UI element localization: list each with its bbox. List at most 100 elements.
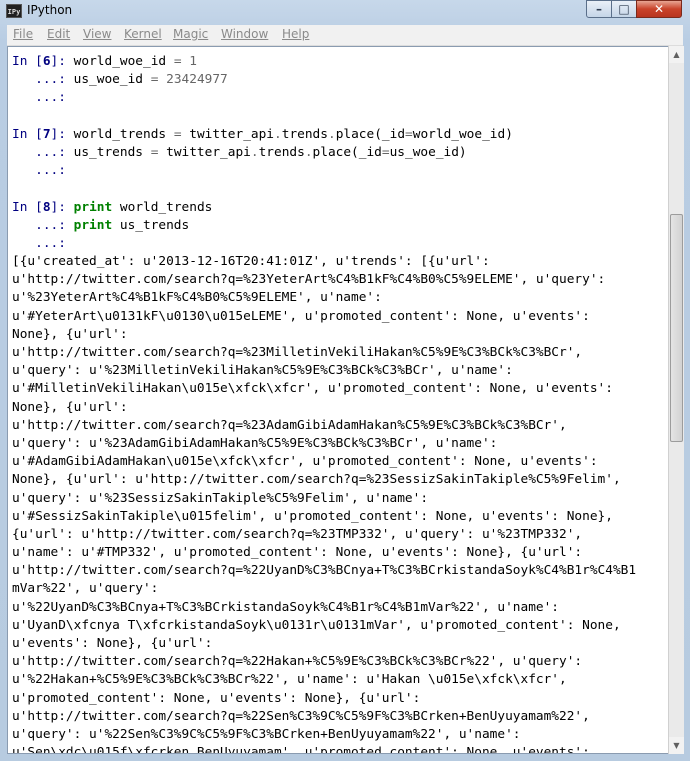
code-token: twitter_api bbox=[158, 144, 251, 160]
code-token: = bbox=[381, 144, 390, 160]
output-line: {u'url': u'http://twitter.com/search?q=%… bbox=[12, 526, 583, 542]
code-token: trends bbox=[281, 126, 328, 142]
output-line: u'query': u'%23AdamGibiAdamHakan%C5%9E%C… bbox=[12, 435, 498, 451]
code-token: . bbox=[274, 126, 282, 142]
continuation-prompt: ...: bbox=[12, 217, 74, 233]
maximize-icon: □ bbox=[618, 2, 630, 16]
output-line: [{u'created_at': u'2013-12-16T20:41:01Z'… bbox=[12, 254, 490, 270]
output-line: u'%23YeterArt%C4%B1kF%C4%B0%C5%9ELEME', … bbox=[12, 290, 382, 306]
continuation-prompt: ...: bbox=[12, 144, 74, 160]
console-text: In [6]: world_woe_id = 1 ...: us_woe_id … bbox=[12, 53, 660, 754]
input-line: ...: bbox=[12, 162, 660, 180]
cell-number: 7 bbox=[42, 126, 51, 142]
continuation-prompt: ...: bbox=[12, 72, 74, 88]
output-line: u'http://twitter.com/search?q=%22UyanD%C… bbox=[12, 563, 637, 579]
input-prompt: In [ bbox=[12, 54, 43, 69]
title-bar[interactable]: IPy IPython – □ ✕ bbox=[0, 0, 690, 22]
close-icon: ✕ bbox=[653, 2, 665, 16]
input-line: In [7]: world_trends = twitter_api.trend… bbox=[12, 126, 660, 144]
cell-number: 6 bbox=[42, 54, 51, 69]
output-line: u'#MilletinVekiliHakan\u015e\xfck\xfcr',… bbox=[12, 381, 613, 397]
ipython-app-icon: IPy bbox=[6, 4, 22, 18]
input-prompt: ]: bbox=[50, 199, 74, 215]
menu-file[interactable]: File bbox=[13, 27, 33, 41]
scroll-down-arrow-icon[interactable]: ▼ bbox=[669, 737, 684, 754]
output-line: u'http://twitter.com/search?q=%22Hakan+%… bbox=[12, 654, 583, 670]
input-line: ...: us_trends = twitter_api.trends.plac… bbox=[12, 144, 660, 162]
continuation-prompt: ...: bbox=[12, 90, 66, 106]
output-line: mVar%22', u'query': bbox=[12, 581, 159, 597]
code-token: = bbox=[405, 126, 413, 142]
minimize-icon: – bbox=[596, 2, 602, 16]
input-prompt: In [ bbox=[12, 199, 43, 215]
code-token: world_trends bbox=[73, 126, 174, 142]
input-prompt: ]: bbox=[50, 54, 74, 69]
code-token: us_woe_id) bbox=[389, 144, 467, 160]
output-line: u'http://twitter.com/search?q=%22Sen%C3%… bbox=[12, 708, 590, 724]
continuation-prompt: ...: bbox=[12, 163, 66, 179]
code-token: 1 bbox=[189, 54, 197, 69]
scroll-up-arrow-icon[interactable]: ▲ bbox=[669, 46, 684, 63]
output-line: None}, {u'url': u'http://twitter.com/sea… bbox=[12, 472, 621, 488]
output-line: None}, {u'url': bbox=[12, 399, 128, 415]
input-line: ...: us_woe_id = 23424977 bbox=[12, 71, 660, 89]
menu-bar: File Edit View Kernel Magic Window Help bbox=[7, 25, 683, 46]
input-line: ...: bbox=[12, 235, 660, 253]
code-token: place(_id bbox=[335, 126, 406, 142]
output-line: u'name': u'#TMP332', u'promoted_content'… bbox=[12, 545, 583, 561]
code-token: . bbox=[250, 144, 259, 160]
output-line: u'query': u'%23MilletinVekiliHakan%C5%9E… bbox=[12, 363, 513, 379]
code-token: . bbox=[304, 144, 313, 160]
input-line: In [8]: print world_trends bbox=[12, 199, 660, 217]
output-line: None}, {u'url': bbox=[12, 326, 128, 342]
input-prompt: In [ bbox=[12, 126, 43, 142]
output-line: u'#YeterArt\u0131kF\u0130\u015eLEME', u'… bbox=[12, 308, 590, 324]
input-line: In [6]: world_woe_id = 1 bbox=[12, 53, 660, 71]
code-token: = bbox=[173, 54, 182, 69]
output-line: u'http://twitter.com/search?q=%23Milleti… bbox=[12, 345, 583, 360]
code-token: us_woe_id bbox=[73, 72, 151, 88]
code-token: . bbox=[327, 126, 336, 142]
menu-edit[interactable]: Edit bbox=[47, 27, 70, 41]
code-token: twitter_api bbox=[181, 126, 275, 142]
output-line: u'promoted_content': None, u'events': No… bbox=[12, 690, 421, 706]
code-token: us_trends bbox=[73, 144, 151, 160]
code-token: world_trends bbox=[112, 199, 213, 215]
output-line: u'http://twitter.com/search?q=%23YeterAr… bbox=[12, 272, 606, 288]
cell-number: 8 bbox=[42, 199, 51, 215]
output-line: u'Sen\xdc\u015f\xfcrken BenUyuyamam', u'… bbox=[12, 745, 590, 754]
code-token: us_trends bbox=[112, 217, 190, 233]
code-token: place(_id bbox=[312, 144, 382, 160]
scrollbar-thumb[interactable] bbox=[670, 214, 683, 442]
code-token: = bbox=[173, 126, 182, 142]
menu-magic[interactable]: Magic bbox=[173, 27, 208, 41]
window-title: IPython bbox=[27, 3, 73, 17]
output-line: u'query': u'%22Sen%C3%9C%C5%9F%C3%BCrken… bbox=[12, 726, 521, 742]
vertical-scrollbar[interactable]: ▲ ▼ bbox=[668, 46, 684, 754]
output-line: u'http://twitter.com/search?q=%23AdamGib… bbox=[12, 417, 567, 433]
input-line: ...: bbox=[12, 89, 660, 107]
output-line: u'query': u'%23SessizSakinTakiple%C5%9Fe… bbox=[12, 490, 429, 506]
output-line: u'%22Hakan+%C5%9E%C3%BCk%C3%BCr%22', u'n… bbox=[12, 672, 567, 688]
menu-window[interactable]: Window bbox=[221, 27, 268, 41]
close-button[interactable]: ✕ bbox=[636, 0, 682, 18]
code-token: world_woe_id) bbox=[412, 126, 513, 142]
keyword: print bbox=[73, 217, 113, 233]
code-token: trends bbox=[258, 144, 305, 160]
maximize-button[interactable]: □ bbox=[611, 0, 637, 18]
menu-kernel[interactable]: Kernel bbox=[124, 27, 162, 41]
menu-view[interactable]: View bbox=[83, 27, 111, 41]
keyword: print bbox=[73, 199, 113, 215]
output-line: u'%22UyanD%C3%BCnya+T%C3%BCrkistandaSoyk… bbox=[12, 599, 560, 615]
input-line: ...: print us_trends bbox=[12, 217, 660, 235]
output-line: u'UyanD\xfcnya T\xfcrkistandaSoyk\u0131r… bbox=[12, 617, 621, 633]
console-area[interactable]: In [6]: world_woe_id = 1 ...: us_woe_id … bbox=[7, 46, 683, 754]
output-line: u'#AdamGibiAdamHakan\u015e\xfck\xfcr', u… bbox=[12, 454, 598, 470]
output-line: u'events': None}, {u'url': bbox=[12, 636, 213, 651]
minimize-button[interactable]: – bbox=[586, 0, 612, 18]
continuation-prompt: ...: bbox=[12, 235, 66, 251]
menu-help[interactable]: Help bbox=[282, 27, 309, 41]
